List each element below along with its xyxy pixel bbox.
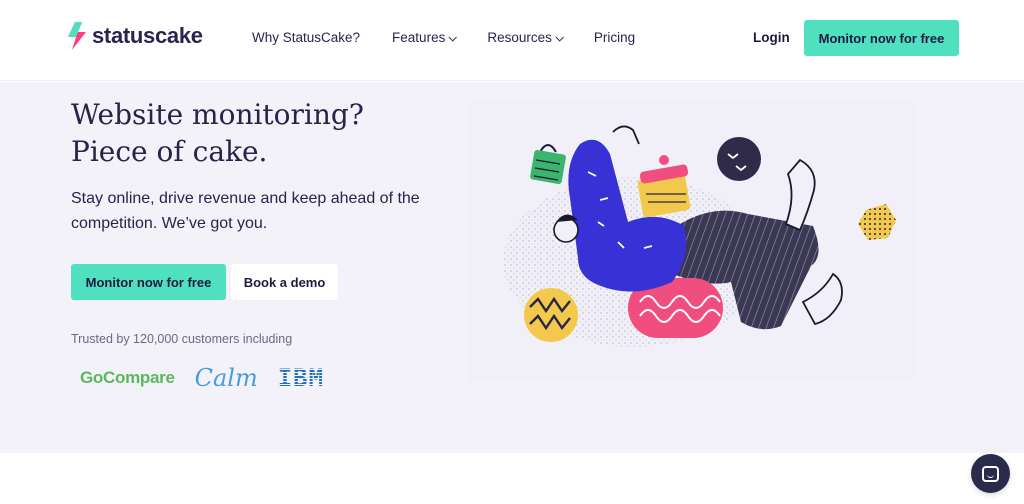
below-hero-area [0,453,1024,504]
login-link[interactable]: Login [753,30,790,45]
trusted-by-text: Trusted by 120,000 customers including [71,332,293,346]
nav-resources[interactable]: Resources [487,30,564,45]
nav-label: Why StatusCake? [252,30,361,45]
chat-launcher-button[interactable] [971,454,1010,493]
nav-label: Features [392,30,446,45]
falling-person-illustration [503,125,896,347]
nav-features[interactable]: Features [392,30,458,45]
chevron-down-icon [555,32,564,42]
monitor-free-button[interactable]: Monitor now for free [71,264,226,300]
gocompare-logo: GoCompare [80,368,175,387]
statuscake-logo[interactable]: statuscake [66,22,203,50]
green-bag-shape [530,144,566,185]
chat-icon [982,465,999,482]
nav-label: Pricing [593,30,636,45]
hero-subtitle: Stay online, drive revenue and keep ahea… [71,190,420,232]
customer-logos: GoCompare Calm IBM [80,364,324,392]
primary-nav: Why StatusCake? Features Resources Prici… [252,30,667,45]
hero-section: Website monitoring? Piece of cake. Stay … [0,82,1024,453]
cake-slice-shape [637,155,691,218]
nav-why-statuscake[interactable]: Why StatusCake? [252,30,360,45]
chevron-down-icon [448,32,458,42]
top-navbar: statuscake Why StatusCake? Features Reso… [0,0,1024,81]
book-demo-button[interactable]: Book a demo [231,264,338,300]
nav-pricing[interactable]: Pricing [594,30,635,45]
hero-title: Website monitoring? Piece of cake. [71,98,364,168]
hero-illustration [468,102,914,382]
logo-wordmark: statuscake [92,23,203,48]
calm-logo: Calm [194,364,258,392]
nav-monitor-free-button[interactable]: Monitor now for free [804,20,959,56]
ibm-logo: IBM [277,364,325,392]
nav-label: Resources [487,30,552,45]
lightning-bolt-icon [68,22,86,50]
